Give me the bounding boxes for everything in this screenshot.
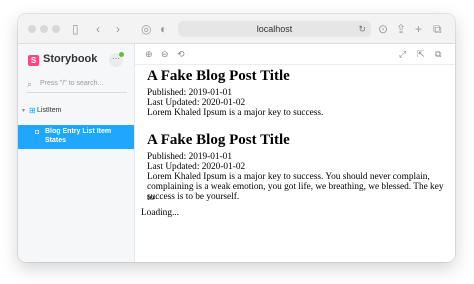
- preview-panel: ⊕ ⊖ ⟲ ⤢ ⇱ ⧉ A Fake Blog Post Title Publi…: [134, 44, 455, 262]
- open-new-tab-icon[interactable]: ⇱: [417, 48, 425, 60]
- address-text: localhost: [256, 24, 293, 34]
- storybook-logo-icon: S: [28, 55, 39, 66]
- storybook-title: Storybook: [43, 53, 98, 65]
- site-icon[interactable]: ◎: [141, 22, 151, 36]
- sidebar-toggle-icon[interactable]: ▯: [72, 22, 79, 36]
- browser-toolbar: ▯ ‹ › ◎ ◐ localhost ↻ ⊙ ⇪ + ⧉: [18, 14, 455, 44]
- search-placeholder: Press "/" to search...: [40, 80, 104, 87]
- component-icon: ⊞: [29, 106, 36, 115]
- tree-group-listitem[interactable]: ▾ ⊞ ListItem: [22, 106, 132, 118]
- back-icon[interactable]: ‹: [96, 22, 100, 36]
- preview-toolbar: ⊕ ⊖ ⟲ ⤢ ⇱ ⧉: [135, 44, 455, 65]
- storybook-sidebar: S Storybook ··· ⌕ Press "/" to search...…: [18, 44, 134, 262]
- zoom-out-icon[interactable]: ⊖: [161, 48, 169, 60]
- reload-icon[interactable]: ↻: [358, 21, 366, 37]
- minimize-window-button[interactable]: [40, 25, 48, 33]
- forward-icon[interactable]: ›: [116, 22, 120, 36]
- status-dot: [119, 52, 124, 57]
- address-bar[interactable]: localhost ↻: [178, 21, 371, 37]
- zoom-reset-icon[interactable]: ⟲: [177, 48, 185, 60]
- browser-window: ▯ ‹ › ◎ ◐ localhost ↻ ⊙ ⇪ + ⧉ S Storyboo…: [18, 14, 455, 262]
- search-input[interactable]: ⌕ Press "/" to search...: [26, 79, 127, 93]
- story-item-selected[interactable]: ◘ Blog Entry List Item States: [18, 125, 134, 149]
- new-tab-icon[interactable]: +: [415, 22, 422, 36]
- post-body: Lorem Khaled Ipsum is a major key to suc…: [147, 108, 324, 118]
- shield-icon[interactable]: ◐: [160, 22, 167, 36]
- close-window-button[interactable]: [28, 25, 36, 33]
- zoom-window-button[interactable]: [52, 25, 60, 33]
- fullscreen-icon[interactable]: ⤢: [399, 48, 406, 60]
- tree-group-label: ListItem: [37, 107, 62, 114]
- zoom-in-icon[interactable]: ⊕: [145, 48, 153, 60]
- share-icon[interactable]: ⇪: [396, 22, 406, 36]
- story-label-line2: States: [45, 137, 67, 144]
- post-title: A Fake Blog Post Title: [147, 132, 290, 148]
- post-body-line: success is to be yourself.: [147, 192, 240, 202]
- tabs-icon[interactable]: ⧉: [433, 22, 442, 36]
- post-title: A Fake Blog Post Title: [147, 68, 290, 84]
- download-icon[interactable]: ⊙: [378, 22, 388, 36]
- bookmark-icon: ◘: [35, 129, 40, 136]
- search-icon: ⌕: [27, 79, 33, 89]
- story-label-line1: Blog Entry List Item: [45, 128, 112, 135]
- chevron-down-icon: ▾: [22, 108, 26, 114]
- copy-link-icon[interactable]: ⧉: [435, 48, 441, 60]
- loading-text: Loading...: [141, 208, 179, 218]
- story-canvas: A Fake Blog Post Title Published: 2019-0…: [139, 66, 452, 262]
